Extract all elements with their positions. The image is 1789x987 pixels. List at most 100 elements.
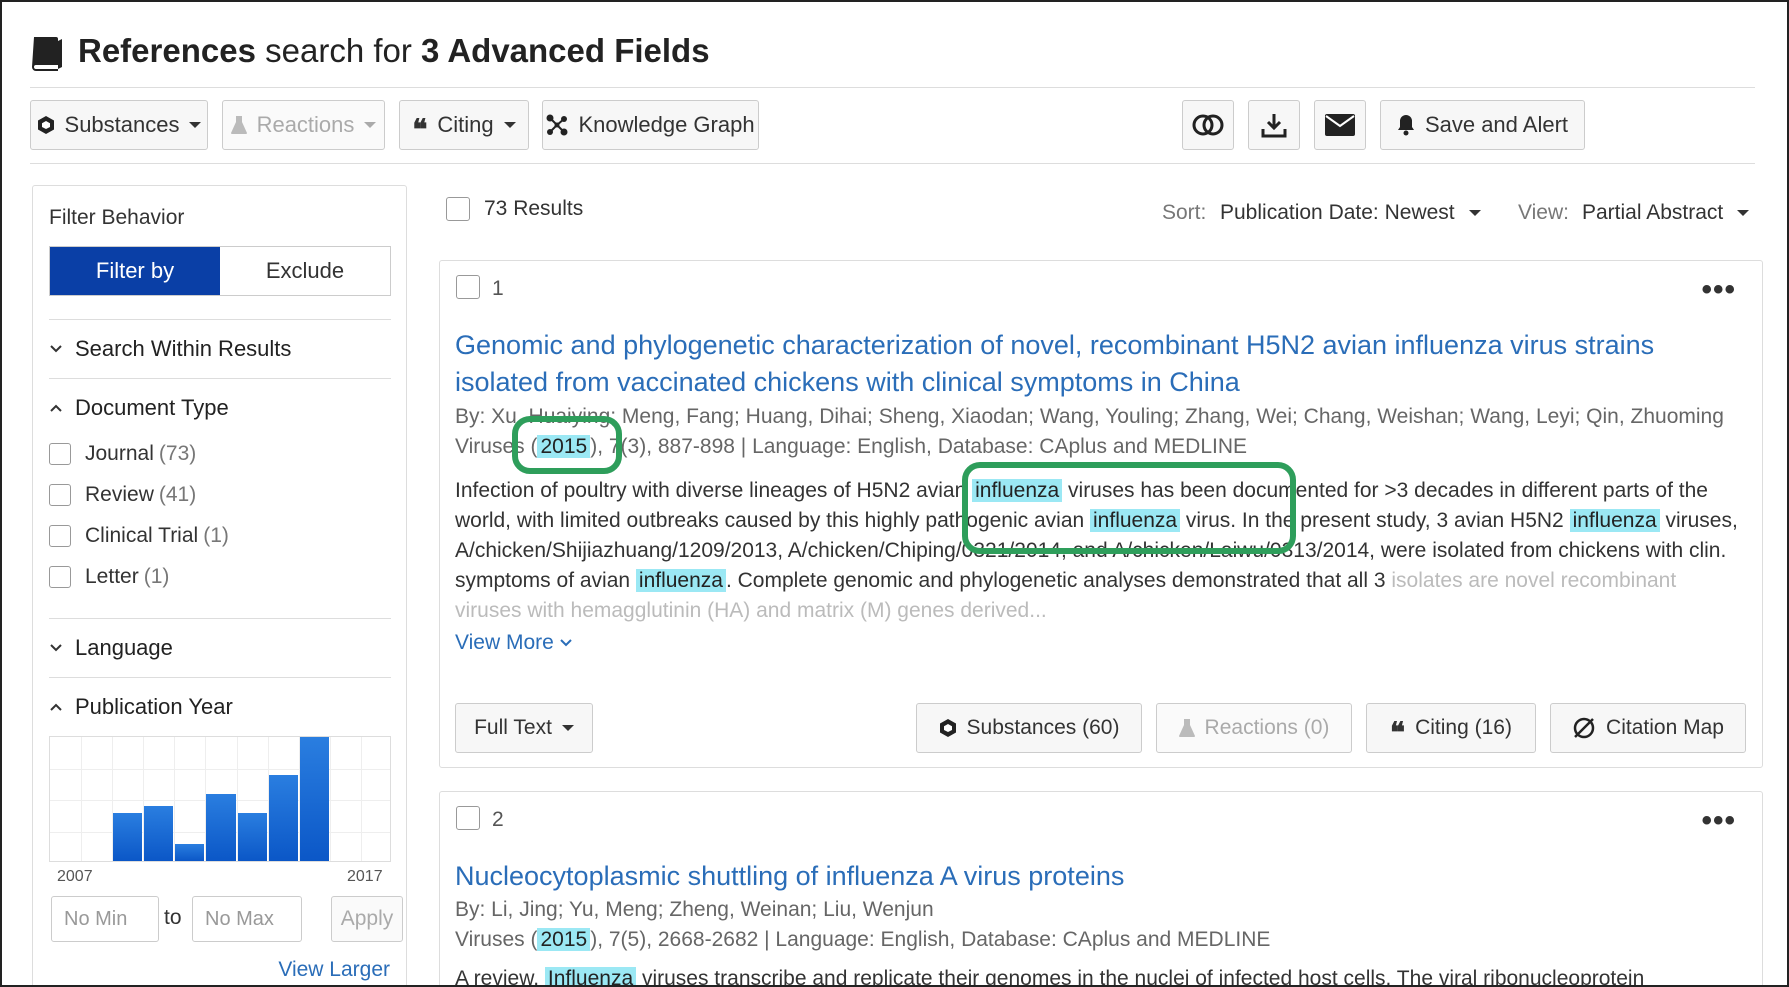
result-number: 1 — [492, 277, 504, 300]
histogram-bar[interactable] — [113, 812, 143, 861]
quote-icon: ❝ — [412, 112, 428, 146]
filter-journal[interactable]: Journal (73) — [49, 442, 196, 466]
download-button[interactable] — [1248, 100, 1300, 150]
citation-map-button[interactable]: Citation Map — [1550, 703, 1746, 753]
apply-button[interactable]: Apply — [331, 896, 403, 942]
chevron-down-icon — [189, 122, 202, 128]
view-dropdown[interactable]: Partial Abstract — [1582, 201, 1750, 225]
checkbox[interactable] — [49, 566, 71, 588]
view-larger-link[interactable]: View Larger — [278, 958, 390, 982]
publication-year-toggle[interactable]: Publication Year — [49, 678, 391, 720]
chevron-down-icon — [560, 639, 572, 647]
page-title: References search for 3 Advanced Fields — [78, 31, 710, 69]
more-options-icon[interactable]: ••• — [1701, 273, 1736, 307]
venn-icon — [1192, 114, 1224, 136]
min-year-input[interactable]: No Min — [51, 896, 159, 942]
result-abstract: A review. Influenza viruses transcribe a… — [455, 964, 1742, 985]
filter-sidebar: Filter Behavior Filter by Exclude Search… — [32, 185, 407, 985]
search-within-toggle[interactable]: Search Within Results — [49, 320, 391, 362]
result-abstract: Infection of poultry with diverse lineag… — [455, 479, 1738, 622]
histogram-bar[interactable] — [175, 843, 205, 861]
range-to-label: to — [164, 906, 182, 929]
filter-label: Review — [85, 483, 154, 506]
histogram-bar[interactable] — [237, 812, 267, 861]
citing-count-label: Citing (16) — [1415, 716, 1512, 739]
view-value: Partial Abstract — [1582, 201, 1724, 224]
checkbox[interactable] — [49, 525, 71, 547]
result-title[interactable]: Nucleocytoplasmic shuttling of influenza… — [455, 858, 1722, 895]
filter-label: Journal — [85, 442, 154, 465]
select-all-checkbox[interactable] — [446, 197, 470, 221]
citing-button[interactable]: ❝ Citing (16) — [1366, 703, 1536, 753]
citing-label: Citing — [437, 112, 494, 137]
full-text-button[interactable]: Full Text — [455, 703, 593, 753]
filter-count: (1) — [203, 524, 229, 547]
bell-icon — [1397, 115, 1414, 136]
histogram-gridline — [174, 737, 176, 861]
result-checkbox[interactable] — [456, 275, 480, 299]
result-checkbox[interactable] — [456, 806, 480, 830]
document-type-label: Document Type — [75, 395, 229, 420]
language-label: Language — [75, 635, 173, 660]
filter-clinical-trial[interactable]: Clinical Trial (1) — [49, 524, 229, 548]
document-type-toggle[interactable]: Document Type — [49, 379, 391, 421]
knowledge-graph-label: Knowledge Graph — [578, 112, 755, 137]
citation-map-icon — [1573, 717, 1595, 739]
histogram-gridline — [360, 737, 362, 861]
keyword-highlight: influenza — [635, 569, 726, 592]
knowledge-graph-button[interactable]: Knowledge Graph — [542, 100, 759, 150]
reactions-button[interactable]: Reactions (0) — [1156, 703, 1352, 753]
more-options-icon[interactable]: ••• — [1701, 804, 1736, 838]
histogram-gridline — [50, 768, 390, 770]
quote-icon: ❝ — [1390, 715, 1406, 749]
reactions-label: Reactions — [256, 112, 355, 137]
network-icon — [546, 114, 568, 136]
view-label: View: — [1518, 201, 1569, 224]
max-year-input[interactable]: No Max — [192, 896, 302, 942]
result-authors: By: Li, Jing; Yu, Meng; Zheng, Weinan; L… — [455, 898, 934, 921]
filter-letter[interactable]: Letter (1) — [49, 565, 169, 589]
keyword-highlight: influenza — [1090, 509, 1181, 532]
checkbox[interactable] — [49, 484, 71, 506]
email-button[interactable] — [1314, 100, 1366, 150]
substances-label: Substances — [64, 112, 180, 137]
filter-review[interactable]: Review (41) — [49, 483, 196, 507]
chevron-down-icon — [50, 345, 62, 353]
histogram-bar[interactable] — [268, 775, 298, 861]
reactions-menu-button[interactable]: Reactions — [222, 100, 385, 150]
view-more-link[interactable]: View More — [455, 631, 572, 655]
chevron-up-icon — [50, 404, 62, 412]
download-icon — [1261, 114, 1287, 138]
results-header: 73 Results Sort: Publication Date: Newes… — [446, 197, 1755, 227]
page-header: References search for 3 Advanced Fields — [30, 24, 1755, 88]
save-and-alert-button[interactable]: Save and Alert — [1380, 100, 1585, 150]
histogram-bar[interactable] — [299, 737, 329, 861]
sort-dropdown[interactable]: Publication Date: Newest — [1220, 201, 1481, 225]
keyword-highlight: influenza — [972, 479, 1063, 502]
result-title[interactable]: Genomic and phylogenetic characterizatio… — [455, 327, 1722, 401]
hexagon-icon — [37, 116, 54, 134]
filter-count: (73) — [158, 442, 197, 465]
result-source: Viruses (2015), 7(5), 2668-2682 | Langua… — [455, 928, 1271, 951]
document-type-section: Document Type — [49, 378, 391, 421]
combine-button[interactable] — [1182, 100, 1234, 150]
filter-behavior-toggle: Filter by Exclude — [49, 246, 391, 296]
exclude-button[interactable]: Exclude — [220, 247, 390, 295]
publication-year-label: Publication Year — [75, 694, 233, 719]
citing-menu-button[interactable]: ❝ Citing — [399, 100, 529, 150]
result-authors: By: Xu, Huaiying; Meng, Fang; Huang, Dih… — [455, 405, 1724, 428]
checkbox[interactable] — [49, 443, 71, 465]
chevron-down-icon — [503, 122, 516, 128]
filter-by-button[interactable]: Filter by — [50, 247, 220, 295]
chevron-up-icon — [50, 703, 62, 711]
substances-menu-button[interactable]: Substances — [30, 100, 208, 150]
app-window: References search for 3 Advanced Fields … — [0, 0, 1789, 987]
histogram-bar[interactable] — [206, 794, 236, 861]
chevron-down-icon — [1468, 210, 1481, 216]
substances-button[interactable]: Substances (60) — [916, 703, 1142, 753]
keyword-highlight: influenza — [1569, 509, 1660, 532]
histogram-bar[interactable] — [144, 806, 174, 861]
language-toggle[interactable]: Language — [49, 619, 391, 661]
year-histogram[interactable] — [49, 736, 391, 862]
save-and-alert-label: Save and Alert — [1424, 112, 1569, 137]
